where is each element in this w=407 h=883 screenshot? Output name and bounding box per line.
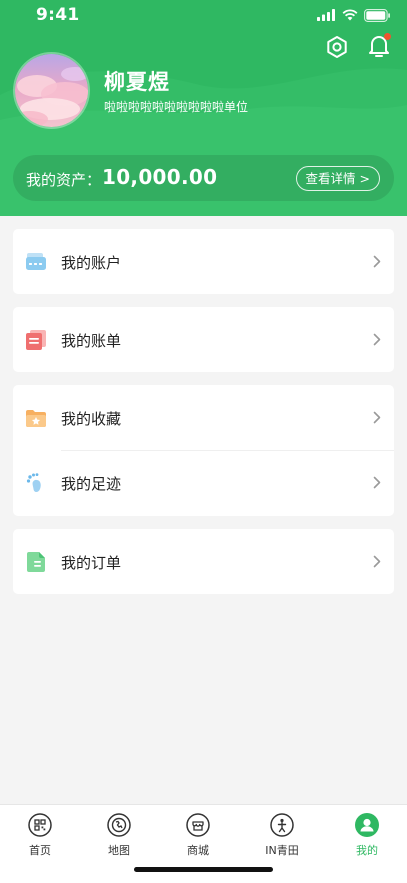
folder-star-icon	[26, 410, 46, 427]
menu-item-orders[interactable]: 我的订单	[13, 529, 394, 594]
chevron-right-icon	[373, 333, 381, 346]
menu-card-bill: 我的账单	[13, 307, 394, 372]
signal-icon	[317, 9, 335, 21]
menu-label-favorites: 我的收藏	[61, 410, 122, 428]
menu-item-footprint[interactable]: 我的足迹	[13, 450, 394, 515]
menu-label-orders: 我的订单	[61, 554, 122, 572]
chevron-right-icon	[373, 555, 381, 568]
chevron-right-icon	[373, 411, 381, 424]
chevron-right-icon	[373, 255, 381, 268]
footprint-icon	[26, 473, 41, 492]
asset-bar: 我的资产： 10,000.00 查看详情 >	[13, 155, 394, 201]
user-name: 柳夏煜	[104, 70, 170, 94]
home-indicator	[134, 867, 273, 872]
asset-detail-button[interactable]: 查看详情 >	[295, 166, 380, 191]
order-icon	[27, 552, 45, 572]
user-description: 啦啦啦啦啦啦啦啦啦啦单位	[104, 100, 249, 114]
tab-home[interactable]: 首页	[10, 813, 70, 863]
tab-label: 地图	[108, 844, 130, 857]
menu-item-account[interactable]: 我的账户	[13, 229, 394, 294]
gear-icon	[327, 36, 347, 58]
tab-mine[interactable]: 我的	[337, 813, 397, 863]
profile-header: 9:41 柳夏煜 啦啦啦啦啦啦啦啦啦啦单位 我的资产： 10,000.00 查看…	[0, 0, 407, 216]
tab-label: 首页	[29, 844, 51, 857]
notification-dot	[384, 33, 391, 40]
avatar[interactable]	[13, 52, 90, 129]
asset-value: 10,000.00	[102, 165, 218, 189]
figure-icon	[270, 813, 294, 837]
status-icons	[317, 8, 391, 22]
tab-map[interactable]: 地图	[89, 813, 149, 863]
menu-item-favorites[interactable]: 我的收藏	[13, 385, 394, 451]
menu-label-footprint: 我的足迹	[61, 475, 122, 493]
qrcode-icon	[28, 813, 52, 837]
menu-card-favorites-footprint: 我的收藏 我的足迹	[13, 385, 394, 516]
menu-card-orders: 我的订单	[13, 529, 394, 594]
shop-icon	[186, 813, 210, 837]
status-bar: 9:41	[0, 0, 407, 30]
menu-item-bill[interactable]: 我的账单	[13, 307, 394, 372]
user-icon	[355, 813, 379, 837]
tab-label: 我的	[356, 844, 378, 857]
tab-label: 商城	[187, 844, 209, 857]
menu-label-bill: 我的账单	[61, 332, 122, 350]
menu-label-account: 我的账户	[61, 254, 122, 272]
chevron-right-icon	[373, 476, 381, 489]
tab-shop[interactable]: 商城	[168, 813, 228, 863]
status-time: 9:41	[36, 5, 80, 25]
globe-icon	[107, 813, 131, 837]
tab-in-qingtian[interactable]: IN青田	[252, 813, 312, 863]
bill-icon	[26, 330, 46, 350]
notification-button[interactable]	[366, 32, 392, 60]
tab-label: IN青田	[265, 844, 299, 857]
settings-button[interactable]	[324, 34, 350, 60]
wifi-icon	[342, 9, 358, 21]
asset-label: 我的资产：	[26, 171, 102, 189]
battery-icon	[364, 8, 390, 22]
menu-card-account: 我的账户	[13, 229, 394, 294]
wallet-icon	[26, 253, 46, 270]
